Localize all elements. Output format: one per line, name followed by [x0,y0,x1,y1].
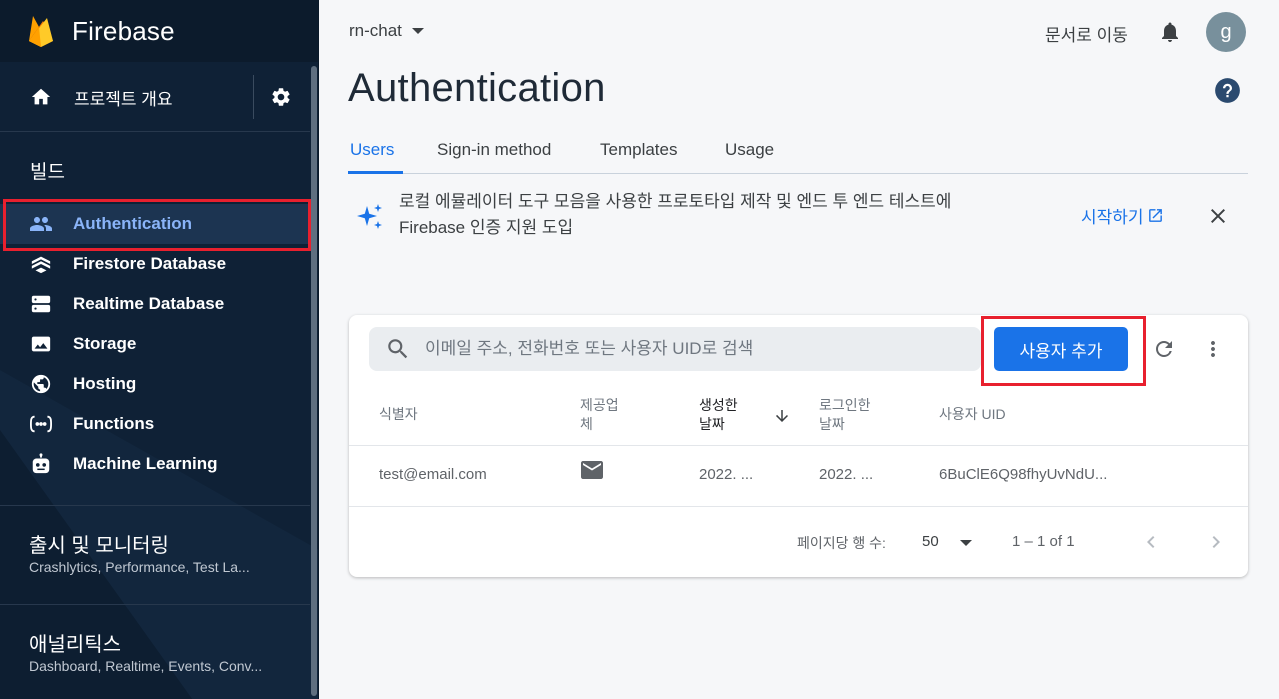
active-tab-indicator [348,171,403,174]
cell-identifier: test@email.com [379,466,487,483]
sidebar-item-label: Firestore Database [73,254,227,273]
sidebar-item-hosting[interactable]: Hosting [0,364,310,404]
sidebar-item-label: Storage [73,334,137,353]
rows-per-page-select[interactable]: 50 [922,533,939,550]
sidebar-item-label: Functions [73,414,155,433]
avatar[interactable]: g [1206,12,1246,52]
tab-users[interactable]: Users [350,140,394,160]
main-content: rn-chat 문서로 이동 g Authentication Users Si… [320,0,1279,699]
table-divider [349,445,1248,446]
close-icon[interactable] [1206,204,1230,228]
sidebar-item-firestore[interactable]: Firestore Database [0,244,310,284]
tab-sign-in-method[interactable]: Sign-in method [437,140,551,160]
tab-usage[interactable]: Usage [725,140,774,160]
brand-header[interactable]: Firebase [0,0,318,62]
search-icon [388,339,408,359]
rows-per-page-label: 페이지당 행 수: [797,535,886,551]
more-vert-icon[interactable] [1201,337,1225,361]
cell-created: 2022. ... [699,466,754,483]
arrow-down-icon[interactable] [773,407,791,425]
project-selector[interactable]: rn-chat [349,21,424,41]
sidebar-item-storage[interactable]: Storage [0,324,310,364]
column-header-created-line-2: 날짜 [699,416,725,432]
column-header-signed-in-line-2: 날짜 [819,416,845,432]
sidebar-divider [0,604,310,605]
project-overview-label: 프로젝트 개요 [74,89,173,109]
open-in-new-icon [1148,209,1162,222]
column-header-signed-in-line-1: 로그인한 [819,397,871,413]
banner-text: 로컬 에뮬레이터 도구 모음을 사용한 프로토타입 제작 및 엔드 투 엔드 테… [399,189,1039,241]
storage-icon [29,332,53,356]
column-header-created[interactable]: 생성한 날짜 [699,396,738,434]
sidebar-divider [0,131,310,132]
firestore-icon [29,252,53,276]
get-started-label: 시작하기 [1081,208,1144,227]
sidebar: Firebase 프로젝트 개요 빌드 Authentication Fires… [0,0,319,699]
column-header-uid[interactable]: 사용자 UID [939,405,1006,424]
functions-icon [29,412,53,436]
tab-templates[interactable]: Templates [600,140,677,160]
sidebar-item-label: Hosting [73,374,137,393]
chevron-right-icon[interactable] [1204,530,1228,554]
gear-icon[interactable] [270,86,292,108]
sidebar-item-realtime-database[interactable]: Realtime Database [0,284,310,324]
brand-name: Firebase [72,15,175,46]
release-monitoring-title[interactable]: 출시 및 모니터링 [29,529,169,558]
chevron-down-icon [411,28,424,34]
get-started-link[interactable]: 시작하기 [1081,203,1164,228]
analytics-subtitle: Dashboard, Realtime, Events, Conv... [29,658,263,674]
banner-line-1: 로컬 에뮬레이터 도구 모음을 사용한 프로토타입 제작 및 엔드 투 엔드 테… [399,192,952,211]
sidebar-scrollbar[interactable] [311,66,317,696]
emulator-banner: 로컬 에뮬레이터 도구 모음을 사용한 프로토타입 제작 및 엔드 투 엔드 테… [348,175,1248,255]
search-bar [369,327,981,371]
table-divider [349,506,1248,507]
overview-divider [253,75,254,119]
users-table-card: 사용자 추가 식별자 제공업 체 생성한 날짜 로그인한 날짜 사용자 UID … [349,315,1248,577]
sidebar-item-label: Realtime Database [73,294,225,313]
column-header-provider[interactable]: 제공업 체 [580,396,619,434]
column-header-provider-line-2: 체 [580,416,593,432]
release-monitoring-subtitle: Crashlytics, Performance, Test La... [29,559,250,575]
analytics-title[interactable]: 애널리틱스 [29,628,121,657]
hosting-icon [29,372,53,396]
search-input[interactable] [425,339,965,359]
home-icon [31,88,51,105]
refresh-icon[interactable] [1152,337,1176,361]
column-header-provider-line-1: 제공업 [580,397,619,413]
project-name: rn-chat [349,21,402,40]
tab-bar: Users Sign-in method Templates Usage [348,138,1248,174]
page-title: Authentication [348,66,606,110]
column-header-identifier[interactable]: 식별자 [379,405,418,424]
chevron-left-icon[interactable] [1139,530,1163,554]
sparkle-icon [357,204,382,229]
sidebar-item-functions[interactable]: Functions [0,404,310,444]
email-icon [581,461,603,479]
pagination-range: 1 – 1 of 1 [1012,533,1075,550]
notification-bell-icon[interactable] [1158,20,1182,44]
sidebar-item-label: Machine Learning [73,454,218,473]
help-icon[interactable] [1214,77,1241,104]
cell-signed-in: 2022. ... [819,466,874,483]
column-header-created-line-1: 생성한 [699,397,738,413]
docs-link[interactable]: 문서로 이동 [1045,21,1128,46]
banner-line-2: Firebase 인증 지원 도입 [399,218,574,237]
database-icon [29,292,53,316]
sidebar-divider [0,505,310,506]
chevron-down-icon[interactable] [960,540,972,546]
project-overview-row[interactable]: 프로젝트 개요 [0,63,310,131]
sidebar-item-machine-learning[interactable]: Machine Learning [0,444,310,484]
cell-uid: 6BuClE6Q98fhyUvNdU... [939,466,1108,483]
robot-icon [29,452,53,476]
section-build-title: 빌드 [30,162,65,183]
column-header-signed-in[interactable]: 로그인한 날짜 [819,396,871,434]
firebase-logo-icon [29,16,53,47]
add-user-highlight-box [981,316,1146,386]
